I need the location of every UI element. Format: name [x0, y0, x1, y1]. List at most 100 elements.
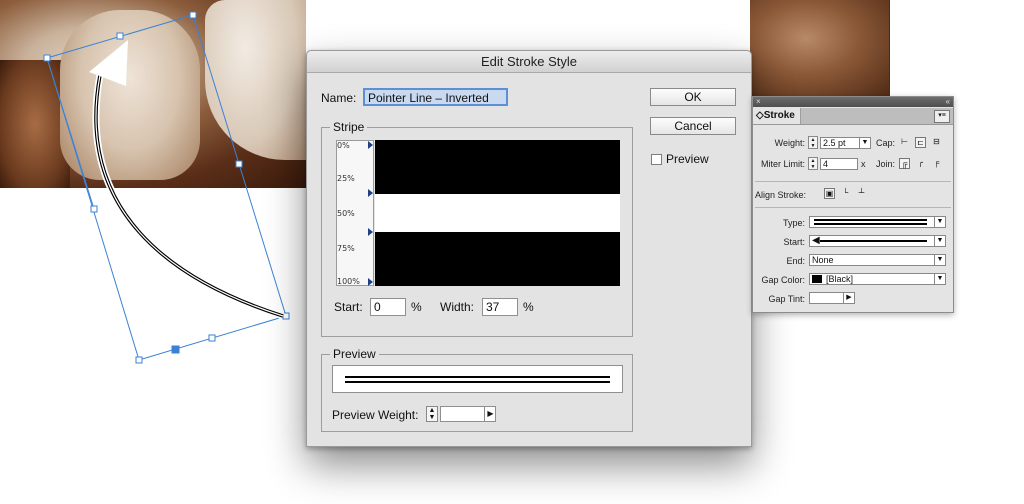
- gap-color-dropdown[interactable]: [Black] ▼: [809, 273, 946, 285]
- preview-group-title: Preview: [330, 347, 379, 361]
- miter-x-label: x: [861, 159, 866, 169]
- ruler-tick: 0%: [337, 141, 350, 150]
- edit-stroke-style-dialog: Edit Stroke Style Name: Pointer Line – I…: [306, 50, 752, 447]
- stripe-width-input[interactable]: 37: [482, 298, 518, 316]
- round-cap-icon[interactable]: ⊏: [915, 137, 926, 148]
- selection-handle[interactable]: [135, 356, 143, 364]
- stripe-editor[interactable]: [375, 140, 620, 286]
- color-swatch: [812, 275, 822, 283]
- selection-handle[interactable]: [235, 160, 243, 168]
- start-dropdown[interactable]: ◀ ▼: [809, 235, 946, 247]
- canvas-photo-right: [750, 0, 890, 96]
- cancel-button[interactable]: Cancel: [650, 117, 736, 135]
- chevron-down-icon[interactable]: ▼: [934, 255, 945, 265]
- selection-center-point[interactable]: [171, 345, 180, 354]
- collapse-icon[interactable]: «: [946, 97, 950, 107]
- selection-handle[interactable]: [43, 54, 51, 62]
- type-preview-line: [814, 223, 927, 225]
- stroke-preview-box: [332, 365, 623, 393]
- weight-label: Weight:: [774, 138, 805, 148]
- end-label: End:: [786, 256, 805, 266]
- stripe-ruler[interactable]: 0% 25% 50% 75% 100%: [336, 140, 374, 286]
- ruler-tick: 50%: [337, 209, 355, 218]
- canvas-artwork[interactable]: [0, 0, 320, 380]
- type-label: Type:: [782, 218, 805, 228]
- chevron-down-icon[interactable]: ▼: [859, 138, 870, 148]
- gap-color-label: Gap Color:: [761, 275, 805, 285]
- selection-handle[interactable]: [116, 32, 124, 40]
- selection-handle[interactable]: [90, 205, 98, 213]
- preview-group: Preview Preview Weight: ▲ ▼ ▶: [321, 347, 633, 432]
- selection-bounding-box[interactable]: [43, 11, 290, 364]
- miter-limit-input[interactable]: 4: [820, 158, 858, 170]
- chevron-down-icon[interactable]: ▼: [934, 274, 945, 284]
- stripe-start-input[interactable]: 0: [370, 298, 406, 316]
- stripe-edge-marker[interactable]: [368, 189, 373, 197]
- close-icon[interactable]: ×: [756, 97, 761, 107]
- selection-handle[interactable]: [189, 11, 197, 19]
- align-stroke-label: Align Stroke:: [755, 190, 807, 200]
- ok-button[interactable]: OK: [650, 88, 736, 106]
- chevron-right-icon[interactable]: ▶: [843, 293, 854, 303]
- align-outside-icon[interactable]: ┴: [856, 188, 867, 199]
- ruler-tick: 25%: [337, 174, 355, 183]
- stripe-group: Stripe 0% 25% 50% 75% 100% Start: 0 % Wi…: [321, 120, 633, 337]
- gap-color-value: [Black]: [826, 274, 854, 284]
- start-preview-line: [820, 240, 927, 242]
- align-inside-icon[interactable]: └: [840, 188, 851, 199]
- chevron-down-icon[interactable]: ▼: [934, 217, 945, 227]
- cap-label: Cap:: [875, 138, 895, 148]
- align-center-icon[interactable]: ▣: [824, 188, 835, 199]
- preview-stroke-line: [345, 376, 610, 378]
- tab-stroke-label: Stroke: [763, 110, 795, 121]
- stroke-panel: × « ◇Stroke ▾≡ Weight: ▲ ▼ 2.5 pt ▼ Cap: ⊢…: [752, 96, 954, 313]
- preview-weight-stepper[interactable]: ▲ ▼: [426, 406, 438, 422]
- start-label: Start:: [783, 237, 805, 247]
- stripe-edge-marker[interactable]: [368, 141, 373, 149]
- end-dropdown[interactable]: None ▼: [809, 254, 946, 266]
- projecting-cap-icon[interactable]: ⊟: [931, 137, 942, 148]
- width-percent: %: [523, 300, 534, 314]
- ruler-tick: 100%: [337, 277, 360, 286]
- panel-divider: [755, 207, 951, 208]
- preview-checkbox-label: Preview: [666, 152, 709, 166]
- start-label: Start:: [334, 300, 363, 314]
- name-label: Name:: [321, 91, 357, 105]
- selection-handle[interactable]: [208, 334, 216, 342]
- tab-stroke[interactable]: ◇Stroke: [753, 108, 801, 124]
- stripe-edge-marker[interactable]: [368, 278, 373, 286]
- miter-limit-stepper[interactable]: ▲ ▼: [808, 157, 818, 170]
- selection-handle[interactable]: [282, 312, 290, 320]
- gap-tint-label: Gap Tint:: [768, 294, 805, 304]
- stripe-edge-marker[interactable]: [368, 228, 373, 236]
- weight-input[interactable]: 2.5 pt ▼: [820, 137, 871, 149]
- end-value: None: [812, 255, 834, 265]
- bevel-join-icon[interactable]: ╒: [931, 158, 942, 169]
- start-percent: %: [411, 300, 422, 314]
- width-label: Width:: [440, 300, 475, 314]
- weight-value: 2.5 pt: [823, 138, 846, 148]
- stripe-group-title: Stripe: [330, 120, 368, 134]
- gap-tint-input[interactable]: ▶: [809, 292, 855, 304]
- weight-stepper[interactable]: ▲ ▼: [808, 136, 818, 149]
- round-join-icon[interactable]: ╭: [915, 158, 926, 169]
- tab-stroke-icon: ◇: [756, 110, 764, 121]
- panel-divider: [755, 181, 951, 182]
- arrow-left-icon: ◀: [812, 235, 820, 246]
- pointer-arrow-graphic: [89, 40, 285, 320]
- ruler-tick: 75%: [337, 244, 355, 253]
- miter-join-icon[interactable]: ╔: [899, 158, 910, 169]
- join-label: Join:: [875, 159, 895, 169]
- stripe-gap: [375, 194, 620, 232]
- panel-menu-icon[interactable]: ▾≡: [934, 110, 950, 123]
- chevron-down-icon[interactable]: ▼: [934, 236, 945, 246]
- preview-weight-dropdown-icon[interactable]: ▶: [484, 407, 496, 421]
- butt-cap-icon[interactable]: ⊢: [899, 137, 910, 148]
- name-input[interactable]: Pointer Line – Inverted: [363, 88, 508, 106]
- type-dropdown[interactable]: ▼: [809, 216, 946, 228]
- panel-header[interactable]: × «: [753, 97, 953, 107]
- preview-stroke-line: [345, 381, 610, 383]
- preview-weight-label: Preview Weight:: [332, 408, 419, 422]
- dialog-title: Edit Stroke Style: [307, 51, 751, 73]
- preview-checkbox[interactable]: [651, 154, 662, 165]
